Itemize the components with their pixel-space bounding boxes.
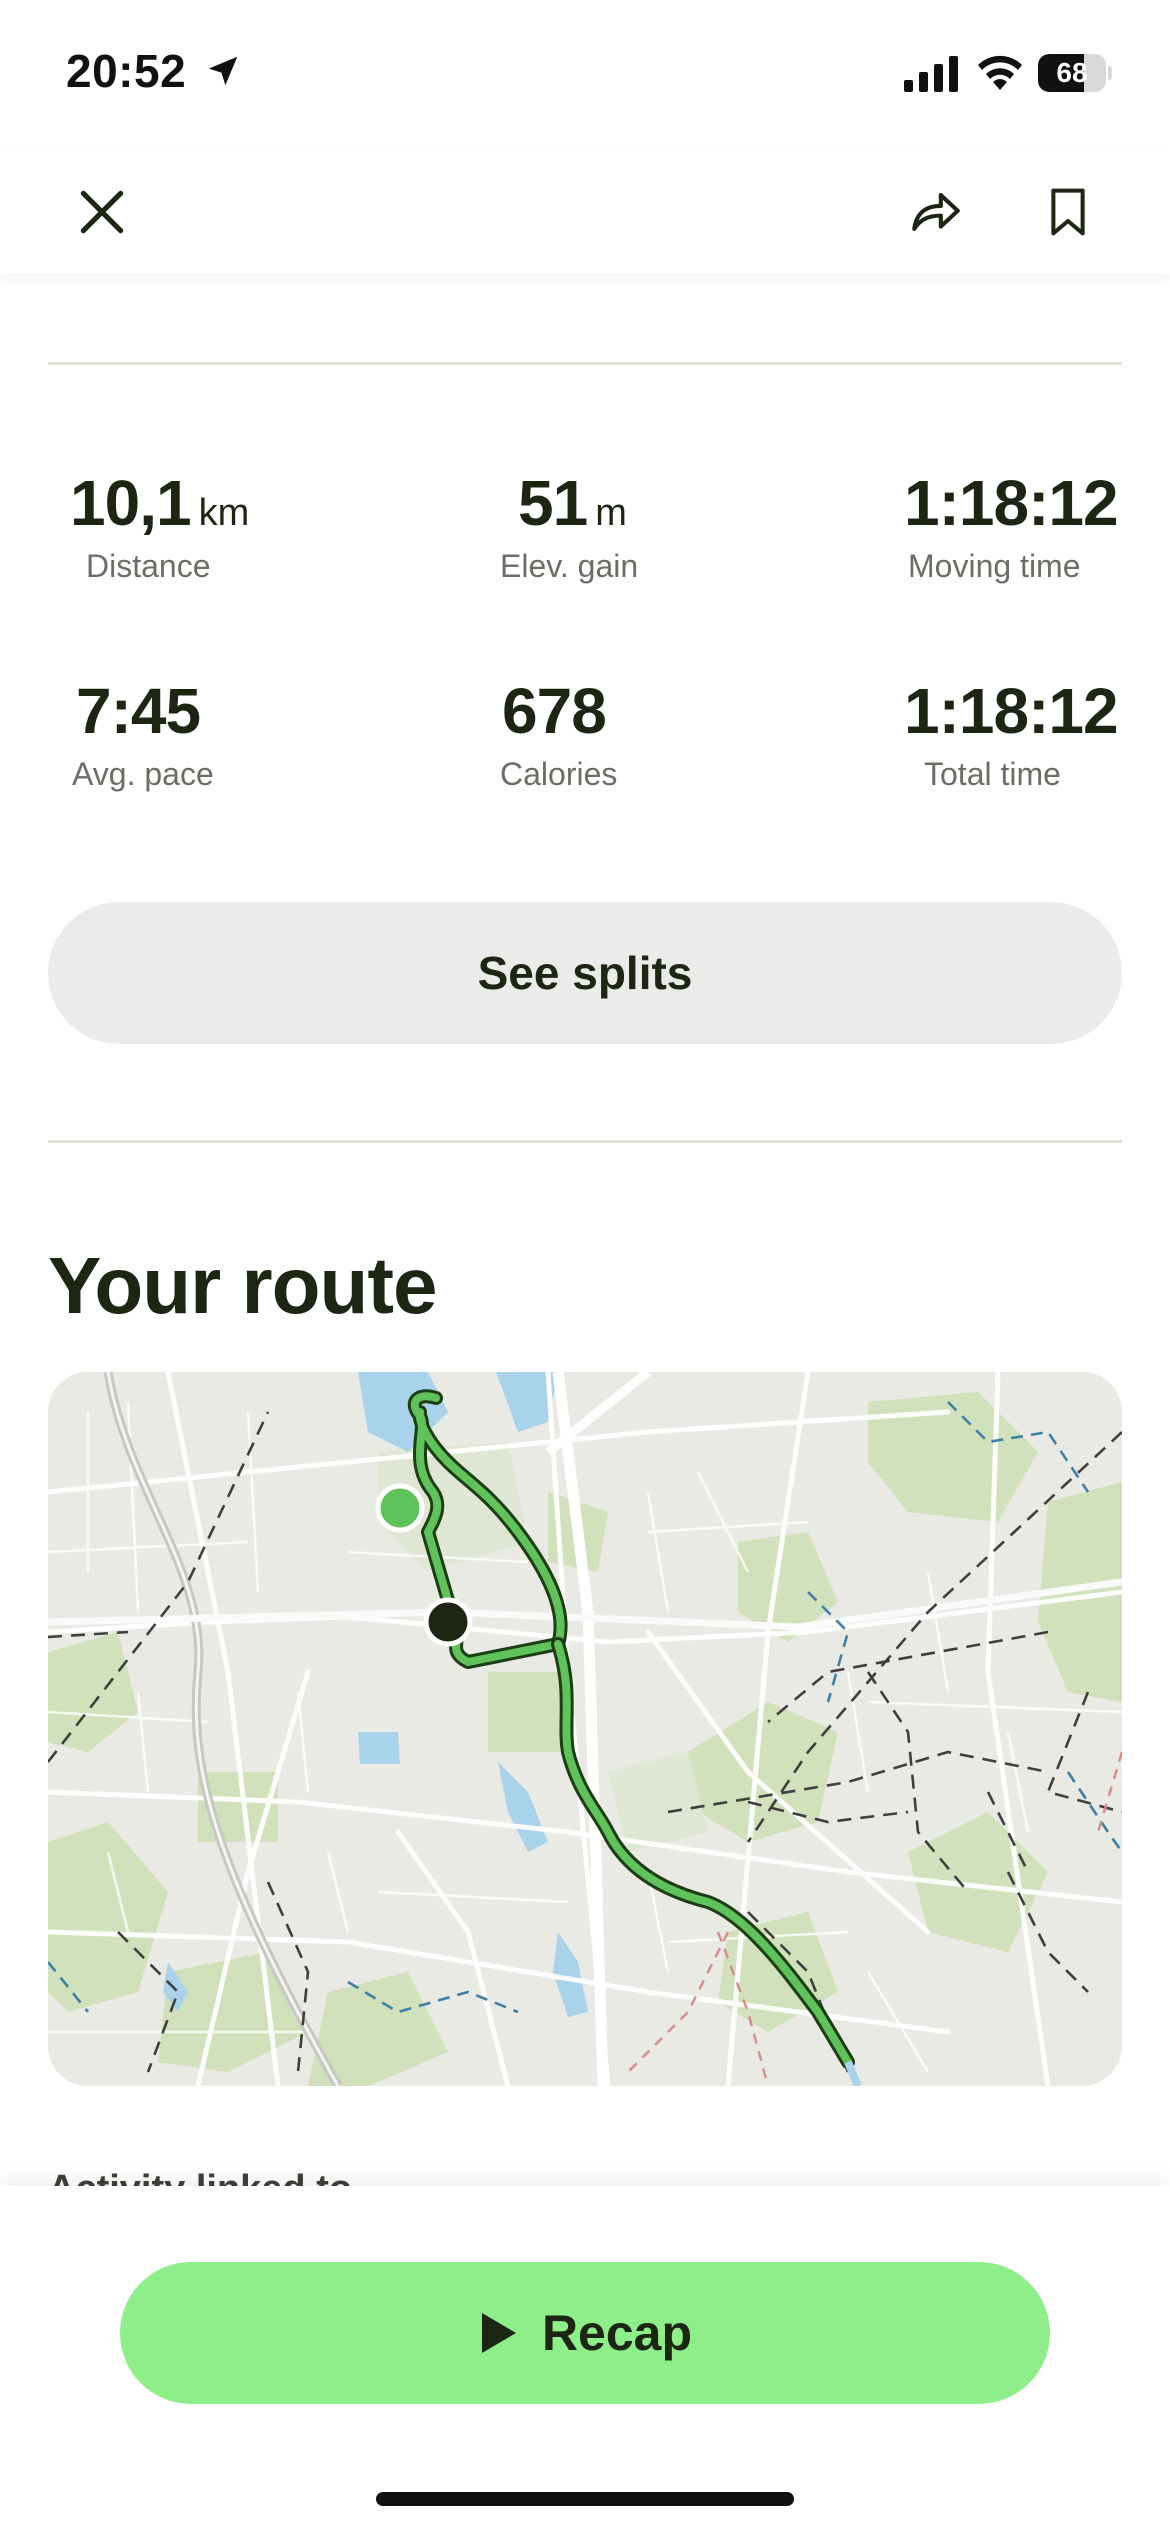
- stat-total-time: 1:18:12 Total time: [900, 674, 1170, 793]
- bookmark-button[interactable]: [1032, 176, 1104, 248]
- stat-value: 51: [518, 467, 588, 539]
- stat-unit: km: [198, 492, 250, 534]
- bottom-action-bar: Recap: [0, 2186, 1170, 2532]
- share-button[interactable]: [900, 176, 972, 248]
- share-icon: [912, 193, 960, 231]
- close-button[interactable]: [66, 176, 138, 248]
- stat-label: Total time: [924, 756, 1061, 792]
- divider-top: [48, 362, 1122, 365]
- route-start-marker[interactable]: [375, 1483, 425, 1533]
- stat-label: Elev. gain: [500, 548, 639, 584]
- divider-route: [48, 1140, 1122, 1143]
- stat-distance: 10,1 km Distance: [70, 466, 430, 585]
- stat-moving-time: 1:18:12 Moving time: [900, 466, 1170, 585]
- stat-label: Distance: [86, 548, 211, 584]
- stat-label: Calories: [500, 756, 618, 792]
- wifi-icon: [978, 55, 1022, 90]
- bookmark-icon: [1051, 188, 1085, 236]
- stat-value: 678: [502, 675, 607, 747]
- battery-icon: 68: [1038, 54, 1112, 92]
- route-end-marker[interactable]: [423, 1597, 473, 1647]
- stat-label: Avg. pace: [72, 756, 214, 792]
- stat-calories: 678 Calories: [500, 674, 860, 793]
- recap-button[interactable]: Recap: [120, 2262, 1050, 2404]
- activity-detail-screen: 20:52 68 10,1 km Distance 51 m Elev. gai…: [0, 0, 1170, 2532]
- see-splits-button[interactable]: See splits: [48, 902, 1122, 1044]
- map-canvas: [48, 1372, 1122, 2086]
- home-indicator[interactable]: [376, 2492, 794, 2506]
- stat-avg-pace: 7:45 Avg. pace: [72, 674, 432, 793]
- stat-label: Moving time: [908, 548, 1081, 584]
- battery-level: 68: [1056, 57, 1088, 88]
- stat-value: 1:18:12: [904, 675, 1119, 747]
- cellular-signal-icon: [904, 56, 958, 92]
- stat-elevation-gain: 51 m Elev. gain: [500, 466, 860, 585]
- route-map[interactable]: [48, 1372, 1122, 2086]
- close-icon: [80, 190, 124, 234]
- status-time: 20:52: [66, 45, 187, 97]
- stat-value: 1:18:12: [904, 467, 1119, 539]
- stat-value: 10,1: [70, 467, 192, 539]
- location-arrow-icon: [208, 56, 238, 86]
- stat-unit: m: [595, 492, 627, 534]
- recap-label: Recap: [541, 2305, 693, 2361]
- status-bar: 20:52 68: [0, 0, 1170, 150]
- app-header: [0, 150, 1170, 274]
- route-section-title: Your route: [48, 1241, 438, 1330]
- play-icon: [481, 2313, 516, 2353]
- stat-value: 7:45: [76, 675, 201, 747]
